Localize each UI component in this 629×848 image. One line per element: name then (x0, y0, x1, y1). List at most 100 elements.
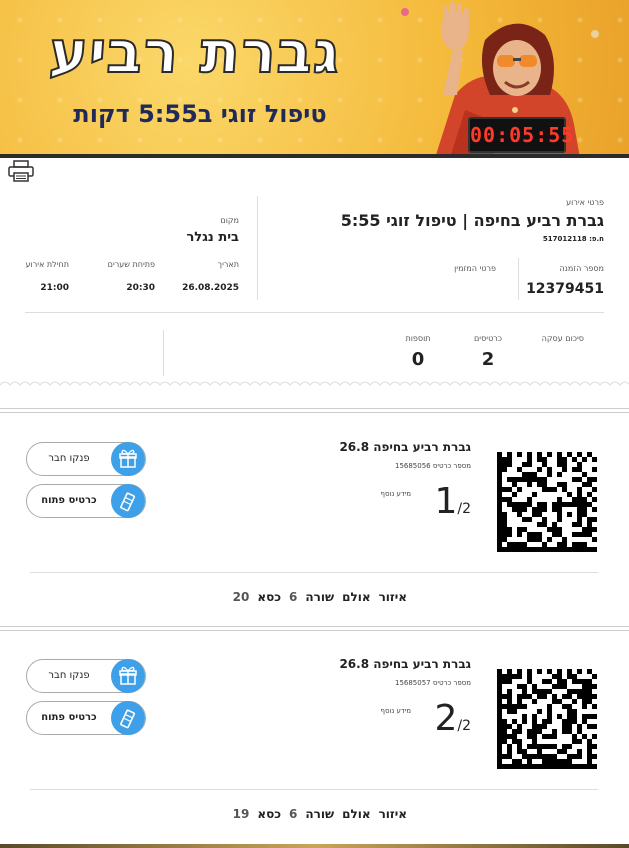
barcode-module (557, 462, 562, 467)
barcode-module (537, 764, 542, 769)
barcode-module (542, 502, 547, 507)
open-ticket-button[interactable]: כרטיס פתוח (26, 701, 146, 735)
barcode-module (567, 744, 572, 749)
gates-value: 20:30 (126, 283, 155, 293)
footer-strip (0, 844, 629, 848)
barcode-module (502, 462, 507, 467)
printer-icon[interactable] (8, 160, 34, 182)
barcode-module (592, 477, 597, 482)
barcode-module (577, 467, 582, 472)
ticket-card: גברת רביע בחיפה 26.8 מספר כרטיס 15685057… (0, 629, 629, 839)
banner-title: גברת רביע (46, 17, 344, 87)
barcode-module (512, 719, 517, 724)
ticket-index-value: 2 (434, 698, 458, 739)
barcode-module (557, 482, 562, 487)
barcode-module (502, 724, 507, 729)
divider (0, 408, 629, 409)
barcode-module (502, 734, 507, 739)
barcode-module (577, 462, 582, 467)
barcode-module (572, 497, 577, 502)
barcode-module (497, 744, 502, 749)
event-details-label: פרטי אירוע (566, 198, 604, 207)
barcode-module (557, 749, 562, 754)
barcode-module (522, 462, 527, 467)
ticket-card: גברת רביע בחיפה 26.8 מספר כרטיס 15685056… (0, 412, 629, 622)
barcode-module (557, 502, 562, 507)
barcode-module (542, 734, 547, 739)
open-ticket-label: כרטיס פתוח (41, 495, 97, 506)
barcode-module (517, 532, 522, 537)
barcode-module (507, 462, 512, 467)
barcode-module (552, 744, 557, 749)
barcode-module (522, 684, 527, 689)
barcode-module (502, 694, 507, 699)
barcode-module (502, 719, 507, 724)
barcode-module (532, 684, 537, 689)
barcode-module (582, 527, 587, 532)
barcode-module (582, 679, 587, 684)
barcode-module (502, 729, 507, 734)
barcode-module (507, 457, 512, 462)
barcode-module (577, 487, 582, 492)
barcode-module (567, 674, 572, 679)
barcode-module (512, 759, 517, 764)
row-value: 6 (289, 590, 298, 604)
venue-value: בית נגלר (186, 230, 239, 245)
pamper-friend-label: פנקו חבר (48, 453, 90, 464)
barcode-module (572, 754, 577, 759)
barcode-module (582, 734, 587, 739)
barcode-module (562, 462, 567, 467)
barcode-module (592, 507, 597, 512)
barcode-module (567, 502, 572, 507)
open-ticket-button[interactable]: כרטיס פתוח (26, 484, 146, 518)
more-info-label: מידע נוסף (380, 707, 411, 715)
barcode-module (522, 542, 527, 547)
barcode-module (592, 674, 597, 679)
barcode-module (507, 477, 512, 482)
barcode-module (507, 744, 512, 749)
barcode-module (502, 739, 507, 744)
barcode-module (577, 689, 582, 694)
ticket-barcode (497, 669, 597, 769)
barcode-module (557, 532, 562, 537)
barcode-module (537, 689, 542, 694)
barcode-module (582, 694, 587, 699)
barcode-module (502, 674, 507, 679)
barcode-module (542, 724, 547, 729)
pamper-friend-button[interactable]: פנקו חבר (26, 442, 146, 476)
row-value: 6 (289, 807, 298, 821)
barcode-module (587, 522, 592, 527)
barcode-module (567, 669, 572, 674)
barcode-module (567, 714, 572, 719)
barcode-module (527, 759, 532, 764)
barcode-module (527, 694, 532, 699)
barcode-module (552, 547, 557, 552)
barcode-module (517, 764, 522, 769)
barcode-module (517, 502, 522, 507)
barcode-module (537, 522, 542, 527)
barcode-module (497, 477, 502, 482)
barcode-module (512, 729, 517, 734)
barcode-module (587, 477, 592, 482)
barcode-module (592, 734, 597, 739)
barcode-module (552, 759, 557, 764)
barcode-module (497, 729, 502, 734)
barcode-module (587, 744, 592, 749)
barcode-module (557, 457, 562, 462)
barcode-module (517, 699, 522, 704)
barcode-module (517, 512, 522, 517)
barcode-module (497, 457, 502, 462)
seat-value: 20 (232, 590, 250, 604)
barcode-module (522, 764, 527, 769)
barcode-module (497, 714, 502, 719)
pamper-friend-button[interactable]: פנקו חבר (26, 659, 146, 693)
barcode-module (517, 669, 522, 674)
barcode-module (587, 739, 592, 744)
barcode-module (507, 497, 512, 502)
divider (30, 789, 598, 790)
barcode-module (592, 694, 597, 699)
barcode-module (557, 497, 562, 502)
tickets-count-group: כרטיסים 2 (463, 334, 513, 370)
barcode-module (557, 472, 562, 477)
barcode-module (497, 674, 502, 679)
